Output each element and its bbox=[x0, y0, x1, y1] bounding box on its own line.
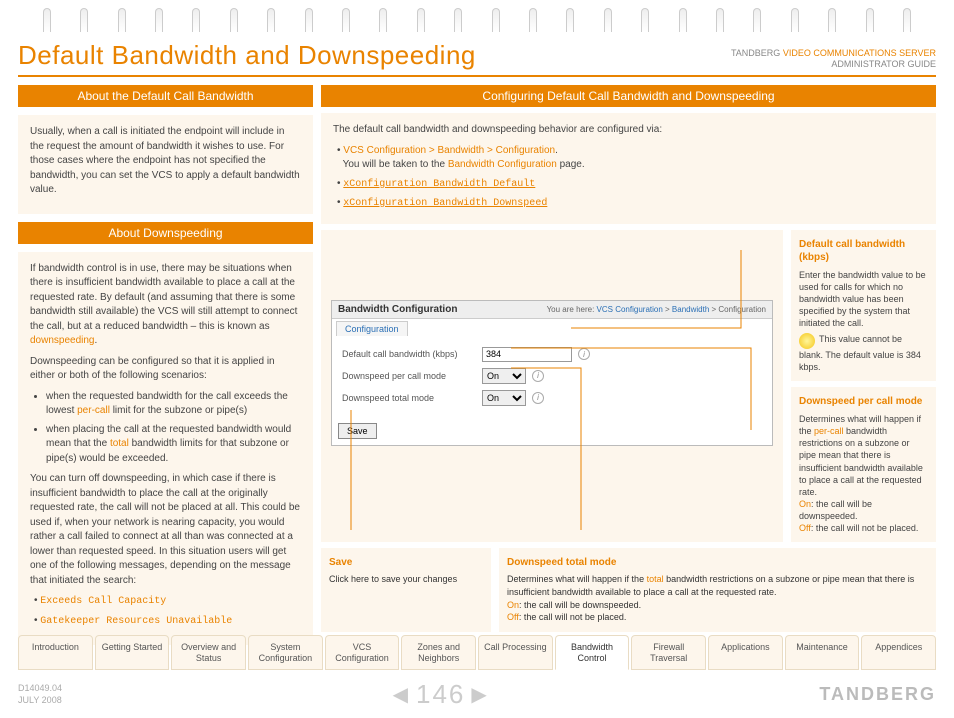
config-tab[interactable]: Configuration bbox=[336, 321, 408, 336]
tab-maintenance[interactable]: Maintenance bbox=[785, 635, 860, 670]
spiral-binding bbox=[18, 0, 936, 32]
downspeed-total-label: Downspeed total mode bbox=[342, 393, 482, 403]
info-downspeed-total: Downspeed total mode Determines what wil… bbox=[499, 548, 936, 631]
downspeed-total-select[interactable]: On bbox=[482, 390, 526, 406]
breadcrumb: You are here: VCS Configuration > Bandwi… bbox=[547, 305, 766, 314]
bandwidth-config-panel: Bandwidth Configuration You are here: VC… bbox=[331, 300, 773, 446]
panel-title: Bandwidth Configuration bbox=[338, 304, 457, 315]
default-bw-label: Default call bandwidth (kbps) bbox=[342, 349, 482, 359]
pager: ◀ 146 ▶ bbox=[393, 679, 489, 710]
tab-applications[interactable]: Applications bbox=[708, 635, 783, 670]
info-icon[interactable]: i bbox=[532, 370, 544, 382]
tab-overview-and-status[interactable]: Overview and Status bbox=[171, 635, 246, 670]
info-icon[interactable]: i bbox=[532, 392, 544, 404]
crumb-bandwidth[interactable]: Bandwidth bbox=[672, 305, 709, 314]
tab-appendices[interactable]: Appendices bbox=[861, 635, 936, 670]
tab-vcs-configuration[interactable]: VCS Configuration bbox=[325, 635, 400, 670]
brand-logo: TANDBERG bbox=[819, 684, 936, 705]
page-number: 146 bbox=[416, 679, 465, 710]
page-title: Default Bandwidth and Downspeeding bbox=[18, 40, 476, 71]
tab-zones-and-neighbors[interactable]: Zones and Neighbors bbox=[401, 635, 476, 670]
next-page-icon[interactable]: ▶ bbox=[471, 682, 488, 707]
prev-page-icon[interactable]: ◀ bbox=[393, 682, 410, 707]
tab-bandwidth-control[interactable]: Bandwidth Control bbox=[555, 635, 630, 670]
tab-firewall-traversal[interactable]: Firewall Traversal bbox=[631, 635, 706, 670]
section-bar-about-default: About the Default Call Bandwidth bbox=[18, 85, 313, 107]
info-save: Save Click here to save your changes bbox=[321, 548, 491, 631]
xconfig-default-link[interactable]: xConfiguration Bandwidth Default bbox=[343, 179, 535, 190]
default-bw-input[interactable] bbox=[482, 347, 572, 362]
section-bar-configuring: Configuring Default Call Bandwidth and D… bbox=[321, 85, 936, 107]
ui-screenshot-area: Bandwidth Configuration You are here: VC… bbox=[321, 230, 783, 543]
tab-introduction[interactable]: Introduction bbox=[18, 635, 93, 670]
info-default-bw: Default call bandwidth (kbps) Enter the … bbox=[791, 230, 936, 382]
section-bar-about-downspeeding: About Downspeeding bbox=[18, 222, 313, 244]
info-icon[interactable]: i bbox=[578, 348, 590, 360]
xconfig-downspeed-link[interactable]: xConfiguration Bandwidth Downspeed bbox=[343, 198, 547, 209]
info-downspeed-percall: Downspeed per call mode Determines what … bbox=[791, 387, 936, 542]
about-downspeeding-box: If bandwidth control is in use, there ma… bbox=[18, 252, 313, 646]
tab-call-processing[interactable]: Call Processing bbox=[478, 635, 553, 670]
lightbulb-icon bbox=[799, 333, 815, 349]
downspeed-percall-label: Downspeed per call mode bbox=[342, 371, 482, 381]
tab-getting-started[interactable]: Getting Started bbox=[95, 635, 170, 670]
crumb-vcs[interactable]: VCS Configuration bbox=[597, 305, 663, 314]
config-intro-box: The default call bandwidth and downspeed… bbox=[321, 113, 936, 224]
tab-system-configuration[interactable]: System Configuration bbox=[248, 635, 323, 670]
save-button[interactable]: Save bbox=[338, 423, 377, 439]
doc-id-block: TANDBERG VIDEO COMMUNICATIONS SERVER ADM… bbox=[731, 48, 936, 71]
nav-path-link[interactable]: VCS Configuration > Bandwidth > Configur… bbox=[343, 145, 555, 156]
about-default-box: Usually, when a call is initiated the en… bbox=[18, 115, 313, 214]
bottom-tabs: IntroductionGetting StartedOverview and … bbox=[18, 635, 936, 670]
downspeed-percall-select[interactable]: On bbox=[482, 368, 526, 384]
doc-version: D14049.04JULY 2008 bbox=[18, 683, 62, 706]
